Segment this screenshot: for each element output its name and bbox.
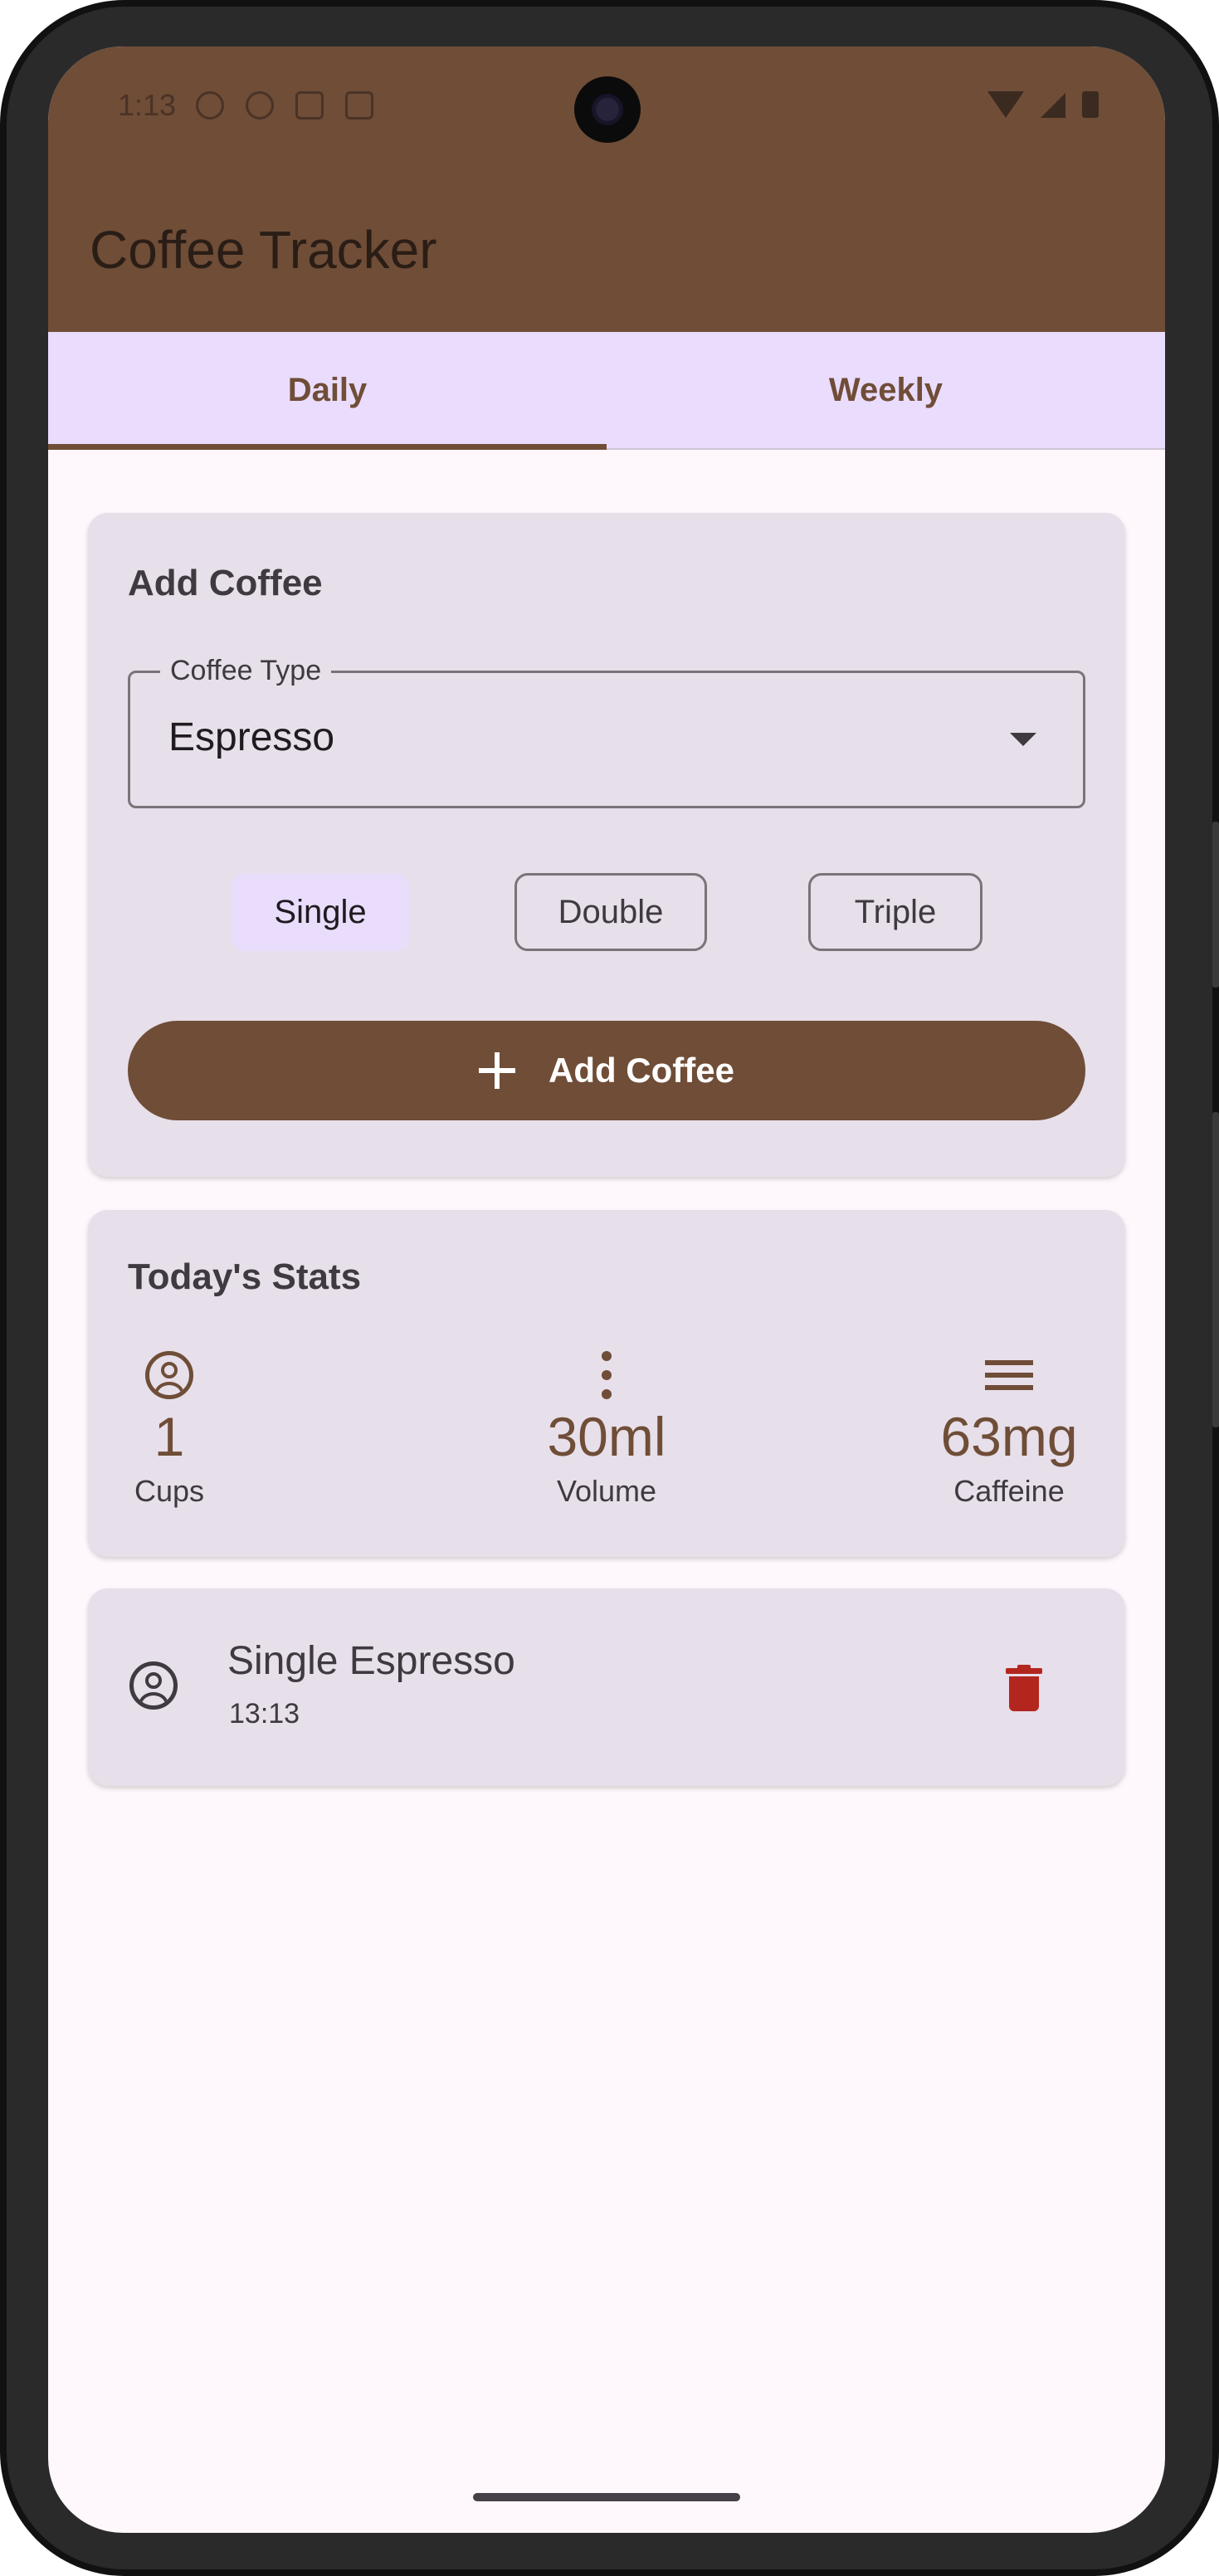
phone-frame: 1:13 Coffee Tracker Daily Weekly Add Cof… bbox=[0, 0, 1219, 2576]
battery-icon bbox=[1082, 91, 1099, 118]
status-system-icons bbox=[987, 91, 1099, 118]
stat-cups: 1 Cups bbox=[128, 1351, 211, 1509]
more-vert-icon bbox=[583, 1351, 631, 1399]
add-coffee-button-label: Add Coffee bbox=[549, 1051, 734, 1090]
tab-bar: Daily Weekly bbox=[48, 332, 1165, 450]
dropdown-arrow-icon[interactable] bbox=[1010, 733, 1036, 746]
todays-stats-card: Today's Stats 1 Cups 30ml Volume 63mg Ca… bbox=[88, 1210, 1125, 1557]
cups-label: Cups bbox=[134, 1474, 205, 1508]
size-triple-chip[interactable]: Triple bbox=[808, 873, 983, 951]
front-camera bbox=[574, 76, 641, 143]
size-single-chip[interactable]: Single bbox=[231, 873, 410, 951]
home-indicator[interactable] bbox=[473, 2493, 740, 2501]
coffee-type-label: Coffee Type bbox=[160, 655, 332, 687]
menu-icon bbox=[985, 1351, 1033, 1399]
person-icon bbox=[145, 1351, 193, 1399]
volume-label: Volume bbox=[556, 1474, 657, 1508]
cups-value: 1 bbox=[154, 1406, 185, 1467]
stats-title: Today's Stats bbox=[128, 1256, 362, 1297]
wifi-icon bbox=[987, 91, 1024, 118]
screen: 1:13 Coffee Tracker Daily Weekly Add Cof… bbox=[48, 46, 1165, 2533]
power-button bbox=[1212, 1112, 1219, 1427]
coffee-type-value: Espresso bbox=[168, 715, 335, 759]
volume-button bbox=[1212, 822, 1219, 988]
caffeine-label: Caffeine bbox=[953, 1474, 1065, 1508]
app-title: Coffee Tracker bbox=[90, 220, 437, 280]
add-coffee-button[interactable]: Add Coffee bbox=[128, 1021, 1085, 1120]
tab-daily[interactable]: Daily bbox=[48, 332, 607, 448]
top-app-bar: 1:13 Coffee Tracker bbox=[48, 46, 1165, 332]
entry-time: 13:13 bbox=[229, 1698, 300, 1730]
shield-icon bbox=[246, 91, 274, 120]
coffee-entry-card: Single Espresso 13:13 bbox=[88, 1588, 1125, 1786]
delete-icon[interactable] bbox=[1006, 1665, 1042, 1711]
caffeine-value: 63mg bbox=[940, 1406, 1078, 1467]
tab-weekly[interactable]: Weekly bbox=[607, 332, 1165, 448]
add-coffee-card: Add Coffee Coffee Type Espresso Single D… bbox=[88, 513, 1125, 1177]
tab-indicator bbox=[48, 444, 607, 450]
info-icon bbox=[196, 91, 224, 120]
a-icon bbox=[345, 91, 373, 120]
size-double-chip[interactable]: Double bbox=[514, 873, 707, 951]
entry-avatar bbox=[129, 1661, 178, 1718]
play-icon bbox=[295, 91, 324, 120]
status-notification-icons bbox=[196, 91, 373, 120]
coffee-type-dropdown[interactable]: Coffee Type Espresso bbox=[128, 655, 1085, 808]
signal-icon bbox=[1041, 93, 1065, 118]
person-icon bbox=[129, 1661, 178, 1710]
volume-value: 30ml bbox=[547, 1406, 666, 1467]
status-time: 1:13 bbox=[118, 88, 177, 122]
stat-caffeine: 63mg Caffeine bbox=[926, 1351, 1092, 1509]
plus-icon bbox=[479, 1052, 515, 1089]
stat-volume: 30ml Volume bbox=[507, 1351, 706, 1509]
entry-title: Single Espresso bbox=[227, 1639, 515, 1683]
add-coffee-title: Add Coffee bbox=[128, 563, 323, 603]
